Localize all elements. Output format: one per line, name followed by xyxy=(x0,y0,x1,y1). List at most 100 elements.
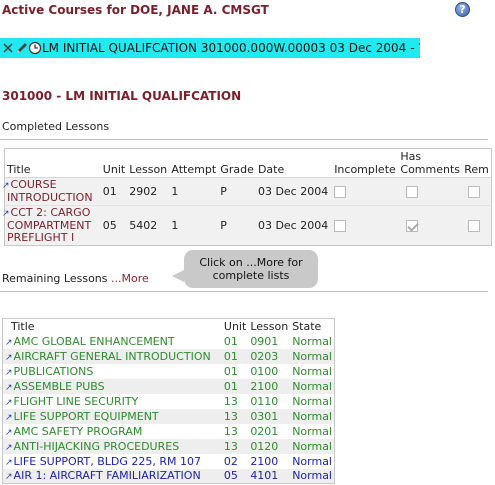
has-comments-checkbox[interactable] xyxy=(406,186,419,198)
lesson-title-link[interactable]: LIFE SUPPORT EQUIPMENT xyxy=(14,410,159,423)
lesson-title-cell[interactable]: ↗AIRCRAFT GENERAL INTRODUCTION xyxy=(2,348,222,364)
unit-cell: 13 xyxy=(223,394,238,408)
date-cell: 03 Dec 2004 xyxy=(255,177,333,206)
has-comments-checkbox[interactable] xyxy=(406,220,419,232)
lesson-title-cell[interactable]: ↗LIFE SUPPORT EQUIPMENT xyxy=(2,408,222,424)
help-icon[interactable]: ? xyxy=(455,2,470,17)
lesson-title-cell[interactable]: ↗ANTI-HIJACKING PROCEDURES xyxy=(2,438,222,454)
col-lesson: Lesson xyxy=(127,148,170,178)
lesson-title-cell[interactable]: ↗AIR 1: AIRCRAFT FAMILIARIZATION xyxy=(2,468,222,484)
row-arrow-icon: ↗ xyxy=(5,397,13,408)
table-header-row: Title Unit Lesson State xyxy=(2,318,335,334)
lesson-cell: 0100 xyxy=(250,364,279,378)
more-link[interactable]: ...More xyxy=(111,272,149,285)
lesson-title-cell[interactable]: ↗PUBLICATIONS xyxy=(3,364,222,379)
state-cell: Normal xyxy=(290,378,335,394)
col-lesson: Lesson xyxy=(248,318,291,334)
col-incomplete: Incomplete xyxy=(332,148,399,178)
active-course-row[interactable]: LM INITIAL QUALIFCATION 301000.000W.0000… xyxy=(0,38,420,58)
col-rem: Rem xyxy=(462,148,492,178)
table-row: ↗CCT 2: CARGO COMPARTMENT PREFLIGHT I 05… xyxy=(2,205,492,246)
incomplete-checkbox[interactable] xyxy=(334,186,347,198)
row-arrow-icon: ↗ xyxy=(5,382,13,393)
lesson-title-link[interactable]: PUBLICATIONS xyxy=(14,365,94,378)
grade-cell: P xyxy=(218,205,256,246)
row-arrow-icon: ↗ xyxy=(5,427,13,438)
rem-checkbox[interactable] xyxy=(468,186,481,198)
table-row: ↗AMC SAFETY PROGRAM 13 0201 Normal xyxy=(3,424,335,439)
state-cell: Normal xyxy=(292,334,332,348)
remaining-table-body: ↗AMC GLOBAL ENHANCEMENT 01 0901 Normal ↗AIRC… xyxy=(2,334,335,484)
course-action-icons xyxy=(2,41,42,55)
pencil-icon[interactable] xyxy=(15,41,28,55)
remaining-lessons-row: Remaining Lessons ...More xyxy=(2,272,149,285)
incomplete-cell xyxy=(332,177,399,206)
table-row: ↗AIRCRAFT GENERAL INTRODUCTION 01 0203 Norm… xyxy=(2,348,335,364)
col-attempt: Attempt xyxy=(169,148,219,178)
table-row: ↗ASSEMBLE PUBS 01 2100 Normal xyxy=(2,378,335,394)
lesson-title-cell[interactable]: ↗ASSEMBLE PUBS xyxy=(2,378,222,394)
state-cell: Normal xyxy=(290,348,335,364)
close-x-icon[interactable] xyxy=(2,41,15,55)
row-arrow-icon: ↗ xyxy=(5,472,13,483)
unit-cell: 01 xyxy=(223,364,238,378)
table-row: ↗AIR 1: AIRCRAFT FAMILIARIZATION 05 4101 No… xyxy=(2,468,335,484)
col-title: Title xyxy=(4,148,101,178)
lesson-cell: 0110 xyxy=(250,394,279,408)
grade-cell: P xyxy=(218,177,256,206)
unit-cell: 13 xyxy=(221,438,249,454)
date-cell: 03 Dec 2004 xyxy=(255,205,333,246)
lesson-title-cell[interactable]: ↗LIFE SUPPORT, BLDG 225, RM 107 xyxy=(3,454,222,469)
unit-cell: 01 xyxy=(100,177,128,206)
lesson-title-link[interactable]: AIR 1: AIRCRAFT FAMILIARIZATION xyxy=(14,469,201,482)
unit-cell: 01 xyxy=(221,378,249,394)
lesson-cell: 2100 xyxy=(250,454,279,468)
lesson-title-link[interactable]: ASSEMBLE PUBS xyxy=(14,380,105,393)
col-unit: Unit xyxy=(100,148,128,178)
unit-cell: 01 xyxy=(223,334,238,348)
course-heading: 301000 - LM INITIAL QUALIFCATION xyxy=(2,89,242,103)
unit-cell: 13 xyxy=(221,408,249,424)
col-unit: Unit xyxy=(221,318,249,334)
row-arrow-icon: ↗ xyxy=(5,442,13,453)
row-arrow-icon: ↗ xyxy=(5,412,13,423)
table-row: ↗ANTI-HIJACKING PROCEDURES 13 0120 Normal xyxy=(2,438,335,454)
lesson-title-link[interactable]: LIFE SUPPORT, BLDG 225, RM 107 xyxy=(14,455,201,468)
lesson-title-link[interactable]: ANTI-HIJACKING PROCEDURES xyxy=(14,440,180,453)
more-tooltip: Click on ...More for complete lists xyxy=(172,250,318,288)
lesson-cell: 2100 xyxy=(248,378,291,394)
lesson-title-link[interactable]: COURSE INTRODUCTION xyxy=(7,178,93,204)
state-cell: Normal xyxy=(292,394,332,408)
table-row: ↗LIFE SUPPORT, BLDG 225, RM 107 02 2100 Nor… xyxy=(3,454,335,469)
unit-cell: 13 xyxy=(223,424,238,438)
state-cell: Normal xyxy=(290,438,335,454)
page-title: Active Courses for DOE, JANE A. CMSGT xyxy=(2,3,269,17)
completed-lessons-label: Completed Lessons xyxy=(2,120,110,133)
lesson-cell: 0201 xyxy=(250,424,279,438)
rem-checkbox[interactable] xyxy=(468,220,481,232)
lesson-title-cell[interactable]: ↗AMC GLOBAL ENHANCEMENT xyxy=(3,334,222,349)
unit-cell: 05 xyxy=(100,205,128,246)
lesson-title-cell[interactable]: ↗FLIGHT LINE SECURITY xyxy=(3,394,222,409)
has-comments-cell xyxy=(398,177,463,206)
lesson-title-link[interactable]: AIRCRAFT GENERAL INTRODUCTION xyxy=(14,350,211,363)
row-arrow-icon: ↗ xyxy=(5,337,13,348)
clock-icon[interactable] xyxy=(28,41,42,55)
lesson-title-link[interactable]: AMC GLOBAL ENHANCEMENT xyxy=(14,335,175,348)
lesson-cell: 0301 xyxy=(248,408,291,424)
lesson-title-cell[interactable]: ↗CCT 2: CARGO COMPARTMENT PREFLIGHT I xyxy=(2,205,101,246)
incomplete-checkbox[interactable] xyxy=(334,220,347,232)
lesson-title-cell[interactable]: ↗COURSE INTRODUCTION xyxy=(2,177,101,206)
state-cell: Normal xyxy=(290,468,335,484)
col-state: State xyxy=(290,318,335,334)
state-cell: Normal xyxy=(292,424,332,438)
lesson-title-link[interactable]: FLIGHT LINE SECURITY xyxy=(14,395,139,408)
state-cell: Normal xyxy=(292,364,332,378)
state-cell: Normal xyxy=(290,408,335,424)
lesson-title-link[interactable]: CCT 2: CARGO COMPARTMENT PREFLIGHT I xyxy=(7,206,91,244)
active-course-text[interactable]: LM INITIAL QUALIFCATION 301000.000W.0000… xyxy=(42,41,420,55)
lesson-title-cell[interactable]: ↗AMC SAFETY PROGRAM xyxy=(3,424,222,439)
lesson-title-link[interactable]: AMC SAFETY PROGRAM xyxy=(14,425,143,438)
attempt-cell: 1 xyxy=(169,205,219,246)
table-row: ↗LIFE SUPPORT EQUIPMENT 13 0301 Normal xyxy=(2,408,335,424)
